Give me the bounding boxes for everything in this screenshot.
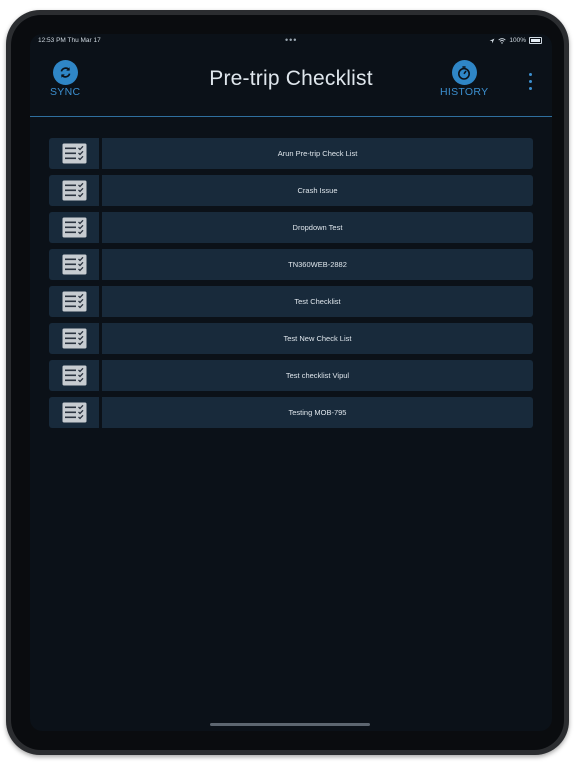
checklist-label: TN360WEB-2882 [102,249,533,280]
status-time: 12:53 PM Thu Mar 17 [38,37,101,44]
checklist-row[interactable]: Crash Issue [49,175,533,206]
home-indicator[interactable] [210,723,370,726]
checklist-row[interactable]: Arun Pre-trip Check List [49,138,533,169]
checklist-label: Dropdown Test [102,212,533,243]
battery-icon [529,37,542,44]
checklist-label: Crash Issue [102,175,533,206]
checklist-icon-cell [49,138,99,169]
checklist-row[interactable]: Testing MOB-795 [49,397,533,428]
checklist-label: Test New Check List [102,323,533,354]
status-right: 100% [489,37,542,44]
kebab-dot [529,87,532,90]
checklist-icon [62,365,86,386]
checklist-label: Arun Pre-trip Check List [102,138,533,169]
battery-percent: 100% [509,37,526,44]
wifi-icon [498,37,506,44]
checklist-icon-cell [49,323,99,354]
checklist-row[interactable]: Dropdown Test [49,212,533,243]
checklist-row[interactable]: Test checklist Vipul [49,360,533,391]
checklist-icon-cell [49,175,99,206]
checklist-icon [62,291,86,312]
app-screen: 12:53 PM Thu Mar 17 ••• 100% SYNC Pre-tr… [30,34,552,731]
checklist-icon-cell [49,286,99,317]
checklist-label: Test checklist Vipul [102,360,533,391]
checklist-icon [62,180,86,201]
checklist-icon-cell [49,397,99,428]
history-button[interactable]: HISTORY [440,60,488,98]
checklist-label: Test Checklist [102,286,533,317]
status-bar: 12:53 PM Thu Mar 17 ••• 100% [30,34,552,48]
history-label: HISTORY [440,86,489,98]
checklist-row[interactable]: TN360WEB-2882 [49,249,533,280]
checklist-row[interactable]: Test New Check List [49,323,533,354]
timer-icon [451,60,477,85]
checklist-icon-cell [49,249,99,280]
checklist-icon [62,143,86,164]
checklist-icon-cell [49,360,99,391]
checklist-row[interactable]: Test Checklist [49,286,533,317]
checklist-icon [62,254,86,275]
location-icon [489,38,495,43]
checklist-icon [62,217,86,238]
checklist-icon [62,402,86,423]
kebab-dot [529,73,532,76]
checklist-list: Arun Pre-trip Check List Crash Issue Dro… [49,138,533,434]
app-header: SYNC Pre-trip Checklist HISTORY [30,48,552,117]
checklist-icon-cell [49,212,99,243]
checklist-label: Testing MOB-795 [102,397,533,428]
kebab-dot [529,80,532,83]
kebab-menu-icon[interactable] [529,73,533,90]
checklist-icon [62,328,86,349]
multitask-dots[interactable]: ••• [285,35,297,45]
